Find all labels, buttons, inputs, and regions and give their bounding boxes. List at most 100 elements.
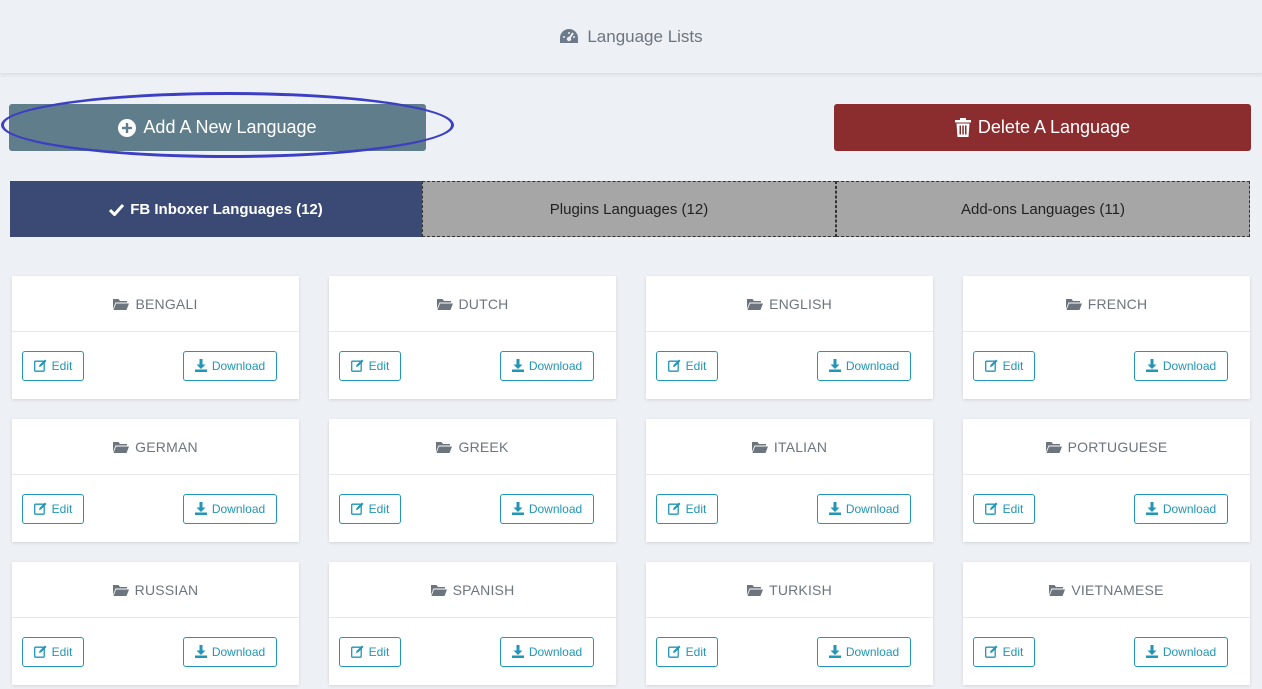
- language-card-portuguese: PORTUGUESE Edit Download: [963, 419, 1250, 542]
- language-card-header: BENGALI: [12, 276, 299, 332]
- edit-label: Edit: [368, 501, 390, 516]
- edit-button[interactable]: Edit: [339, 636, 401, 667]
- language-card-bengali: BENGALI Edit Download: [12, 276, 299, 399]
- language-card-spanish: SPANISH Edit Download: [329, 562, 616, 685]
- edit-button[interactable]: Edit: [973, 350, 1035, 381]
- download-icon: [511, 502, 524, 515]
- language-card-russian: RUSSIAN Edit Download: [12, 562, 299, 685]
- tab-label: Plugins Languages (12): [549, 200, 709, 218]
- download-button[interactable]: Download: [1134, 493, 1228, 524]
- download-button[interactable]: Download: [500, 493, 594, 524]
- edit-button[interactable]: Edit: [973, 636, 1035, 667]
- download-button[interactable]: Download: [817, 350, 911, 381]
- download-button[interactable]: Download: [183, 493, 277, 524]
- download-label: Download: [845, 501, 900, 516]
- download-icon: [194, 502, 207, 515]
- edit-button[interactable]: Edit: [656, 636, 718, 667]
- edit-button[interactable]: Edit: [22, 636, 84, 667]
- language-card-grid: BENGALI Edit Download DUTCH Edit Downloa…: [12, 276, 1250, 685]
- add-language-button[interactable]: Add A New Language: [9, 104, 426, 151]
- edit-icon: [33, 645, 47, 658]
- language-card-actions: Edit Download: [12, 475, 299, 542]
- tab-label: FB Inboxer Languages (12): [130, 200, 323, 218]
- edit-label: Edit: [51, 644, 73, 659]
- language-card-actions: Edit Download: [963, 618, 1250, 685]
- language-card-german: GERMAN Edit Download: [12, 419, 299, 542]
- language-card-italian: ITALIAN Edit Download: [646, 419, 933, 542]
- language-name: DUTCH: [458, 295, 509, 312]
- folder-open-icon: [113, 298, 130, 310]
- download-icon: [828, 645, 841, 658]
- language-card-actions: Edit Download: [12, 618, 299, 685]
- edit-icon: [667, 645, 681, 658]
- download-label: Download: [1162, 644, 1217, 659]
- download-icon: [511, 645, 524, 658]
- language-card-header: ENGLISH: [646, 276, 933, 332]
- language-name: GREEK: [458, 438, 509, 455]
- edit-label: Edit: [368, 644, 390, 659]
- language-name: RUSSIAN: [134, 581, 199, 598]
- language-card-actions: Edit Download: [963, 332, 1250, 399]
- language-card-actions: Edit Download: [12, 332, 299, 399]
- edit-button[interactable]: Edit: [22, 350, 84, 381]
- tab-fb-inboxer-languages[interactable]: FB Inboxer Languages (12): [10, 181, 422, 237]
- folder-open-icon: [113, 441, 130, 453]
- edit-button[interactable]: Edit: [973, 493, 1035, 524]
- language-card-greek: GREEK Edit Download: [329, 419, 616, 542]
- language-card-header: RUSSIAN: [12, 562, 299, 618]
- language-card-header: VIETNAMESE: [963, 562, 1250, 618]
- download-button[interactable]: Download: [183, 636, 277, 667]
- language-name: ENGLISH: [769, 295, 832, 312]
- page-header: Language Lists: [0, 0, 1262, 74]
- delete-language-button[interactable]: Delete A Language: [834, 104, 1251, 151]
- edit-button[interactable]: Edit: [656, 350, 718, 381]
- download-button[interactable]: Download: [1134, 350, 1228, 381]
- folder-open-icon: [747, 584, 764, 596]
- download-icon: [828, 502, 841, 515]
- tab-addons-languages[interactable]: Add-ons Languages (11): [836, 181, 1250, 237]
- language-name: PORTUGUESE: [1067, 438, 1168, 455]
- language-card-turkish: TURKISH Edit Download: [646, 562, 933, 685]
- folder-open-icon: [1049, 584, 1066, 596]
- download-label: Download: [1162, 501, 1217, 516]
- download-button[interactable]: Download: [183, 350, 277, 381]
- edit-button[interactable]: Edit: [339, 493, 401, 524]
- folder-open-icon: [751, 441, 768, 453]
- download-icon: [194, 359, 207, 372]
- edit-label: Edit: [1002, 358, 1024, 373]
- edit-label: Edit: [51, 358, 73, 373]
- tab-plugins-languages[interactable]: Plugins Languages (12): [422, 181, 836, 237]
- download-button[interactable]: Download: [817, 493, 911, 524]
- edit-label: Edit: [685, 358, 707, 373]
- language-card-header: TURKISH: [646, 562, 933, 618]
- edit-label: Edit: [685, 644, 707, 659]
- language-name: SPANISH: [452, 581, 515, 598]
- download-button[interactable]: Download: [817, 636, 911, 667]
- language-name: ITALIAN: [773, 438, 828, 455]
- language-card-header: FRENCH: [963, 276, 1250, 332]
- edit-icon: [350, 502, 364, 515]
- language-card-actions: Edit Download: [646, 618, 933, 685]
- edit-button[interactable]: Edit: [339, 350, 401, 381]
- edit-button[interactable]: Edit: [656, 493, 718, 524]
- language-card-vietnamese: VIETNAMESE Edit Download: [963, 562, 1250, 685]
- edit-label: Edit: [1002, 501, 1024, 516]
- edit-icon: [667, 502, 681, 515]
- download-icon: [1145, 502, 1158, 515]
- download-icon: [194, 645, 207, 658]
- download-icon: [828, 359, 841, 372]
- folder-open-icon: [436, 298, 453, 310]
- download-button[interactable]: Download: [1134, 636, 1228, 667]
- download-button[interactable]: Download: [500, 636, 594, 667]
- edit-button[interactable]: Edit: [22, 493, 84, 524]
- language-card-header: PORTUGUESE: [963, 419, 1250, 475]
- language-card-actions: Edit Download: [329, 475, 616, 542]
- language-name: VIETNAMESE: [1071, 581, 1164, 598]
- page-title: Language Lists: [587, 26, 703, 46]
- folder-open-icon: [112, 584, 129, 596]
- language-card-header: SPANISH: [329, 562, 616, 618]
- download-button[interactable]: Download: [500, 350, 594, 381]
- language-card-header: ITALIAN: [646, 419, 933, 475]
- language-name: BENGALI: [135, 295, 198, 312]
- download-label: Download: [211, 644, 266, 659]
